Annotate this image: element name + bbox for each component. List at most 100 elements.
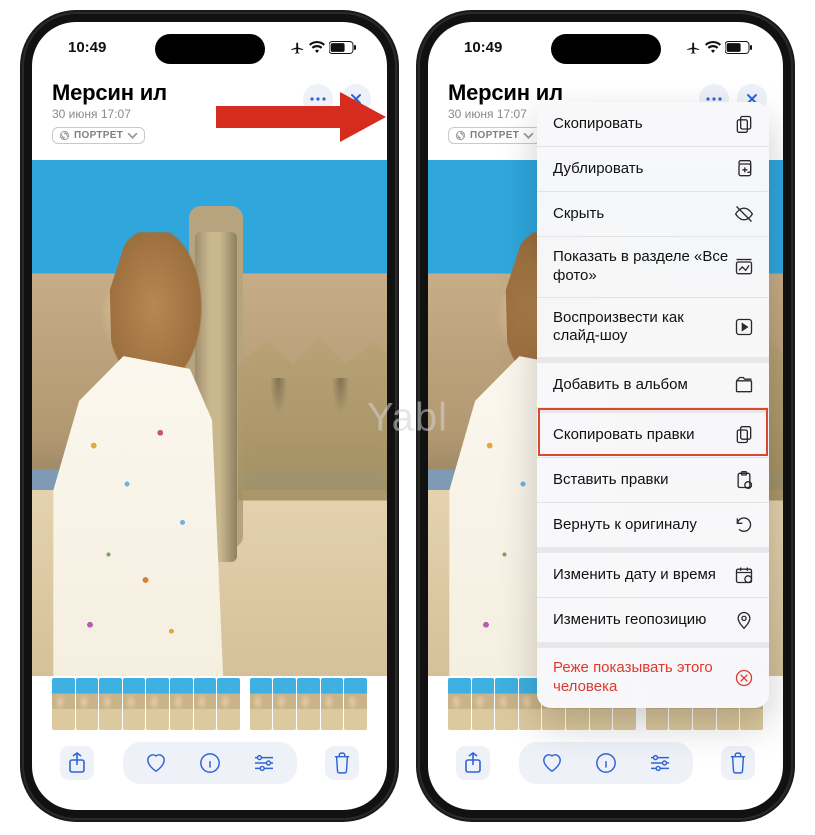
status-indicators [686,40,753,55]
ellipsis-icon [706,97,722,101]
phone-frame-right: 10:49 Мерсин ил 30 июня 17:07 [418,12,793,820]
block-icon [733,667,755,689]
more-menu-popover: Скопировать Дублировать Скрыть Показать в р… [537,102,769,708]
menu-item-label: Вставить правки [553,471,668,490]
chevron-down-icon [523,130,534,141]
share-button[interactable] [456,746,490,780]
delete-button[interactable] [721,746,755,780]
aperture-icon [455,130,466,141]
menu-item-label: Скопировать правки [553,426,694,445]
thumbnail[interactable] [448,678,471,730]
screen: 10:49 Мерсин ил 30 июня 17:07 [428,22,783,810]
menu-item-copyedits[interactable]: Скопировать правки [537,407,769,457]
thumbnail[interactable] [273,678,296,730]
thumbnail[interactable] [472,678,495,730]
share-icon [68,752,86,774]
trash-icon [729,752,747,774]
menu-item-hide[interactable]: Скрыть [537,191,769,236]
menu-item-revert[interactable]: Вернуть к оригиналу [537,502,769,547]
thumbnail[interactable] [99,678,122,730]
photo-filmstrip[interactable] [32,672,387,730]
photo-viewer[interactable] [32,156,387,672]
menu-item-label: Воспроизвести как слайд-шоу [553,309,733,347]
screen: 10:49 Мерсин ил 30 июня 17:07 [32,22,387,810]
menu-item-label: Изменить дату и время [553,566,716,585]
menu-item-block[interactable]: Реже показывать этого человека [537,642,769,708]
content: Мерсин ил 30 июня 17:07 ПОРТРЕТ [32,72,387,810]
favorite-button[interactable] [535,746,569,780]
photo-image [32,160,387,676]
status-indicators [290,40,357,55]
photo-date: 30 июня 17:07 [52,107,303,121]
edit-button[interactable] [643,746,677,780]
menu-item-label: Скрыть [553,205,604,224]
menu-item-gallery[interactable]: Показать в разделе «Все фото» [537,236,769,297]
menu-item-play[interactable]: Воспроизвести как слайд-шоу [537,297,769,358]
menu-item-location[interactable]: Изменить геопозицию [537,597,769,642]
toolbar-center-group [519,742,693,784]
menu-item-label: Показать в разделе «Все фото» [553,248,733,286]
info-icon [199,752,221,774]
sliders-icon [253,754,275,772]
dynamic-island [155,34,265,64]
menu-item-label: Добавить в альбом [553,376,688,395]
pasteedits-icon [733,469,755,491]
battery-icon [329,41,357,54]
edit-button[interactable] [247,746,281,780]
photo-info-header: Мерсин ил 30 июня 17:07 [32,72,387,125]
chevron-down-icon [127,130,138,141]
menu-item-duplicate[interactable]: Дублировать [537,146,769,191]
photo-title: Мерсин ил [52,80,303,106]
menu-item-label: Реже показывать этого человека [553,659,733,697]
thumbnail[interactable] [123,678,146,730]
portrait-label: ПОРТРЕТ [470,130,519,141]
photo-subject-hair [82,232,238,521]
portrait-mode-badge[interactable]: ПОРТРЕТ [448,127,541,144]
thumbnail[interactable] [76,678,99,730]
photo-toolbar [428,730,783,810]
favorite-button[interactable] [139,746,173,780]
battery-icon [725,41,753,54]
menu-item-copy[interactable]: Скопировать [537,102,769,146]
info-button[interactable] [589,746,623,780]
copy-icon [733,113,755,135]
dynamic-island [551,34,661,64]
status-time: 10:49 [464,39,502,56]
thumbnail[interactable] [170,678,193,730]
thumbnail[interactable] [250,678,273,730]
menu-item-album[interactable]: Добавить в альбом [537,357,769,407]
close-icon [350,93,362,105]
share-icon [464,752,482,774]
ellipsis-icon [310,97,326,101]
share-button[interactable] [60,746,94,780]
hide-icon [733,203,755,225]
gallery-icon [733,256,755,278]
thumbnail[interactable] [495,678,518,730]
delete-button[interactable] [325,746,359,780]
calendar-icon [733,564,755,586]
thumbnail[interactable] [146,678,169,730]
wifi-icon [309,41,325,53]
portrait-mode-badge[interactable]: ПОРТРЕТ [52,127,145,144]
menu-item-pasteedits[interactable]: Вставить правки [537,457,769,502]
info-icon [595,752,617,774]
photo-background-ruins [238,274,387,501]
airplane-icon [290,40,305,55]
menu-item-calendar[interactable]: Изменить дату и время [537,547,769,597]
thumbnail[interactable] [321,678,344,730]
thumbnail[interactable] [297,678,320,730]
phone-frame-left: 10:49 Мерсин ил 30 июня 17:07 [22,12,397,820]
revert-icon [733,514,755,536]
menu-item-label: Дублировать [553,160,643,179]
toolbar-center-group [123,742,297,784]
info-button[interactable] [193,746,227,780]
thumbnail[interactable] [52,678,75,730]
photo-toolbar [32,730,387,810]
more-button[interactable] [303,84,333,114]
thumbnail[interactable] [194,678,217,730]
airplane-icon [686,40,701,55]
thumbnail[interactable] [217,678,240,730]
thumbnail[interactable] [344,678,367,730]
close-button[interactable] [341,84,371,114]
copyedits-icon [733,424,755,446]
